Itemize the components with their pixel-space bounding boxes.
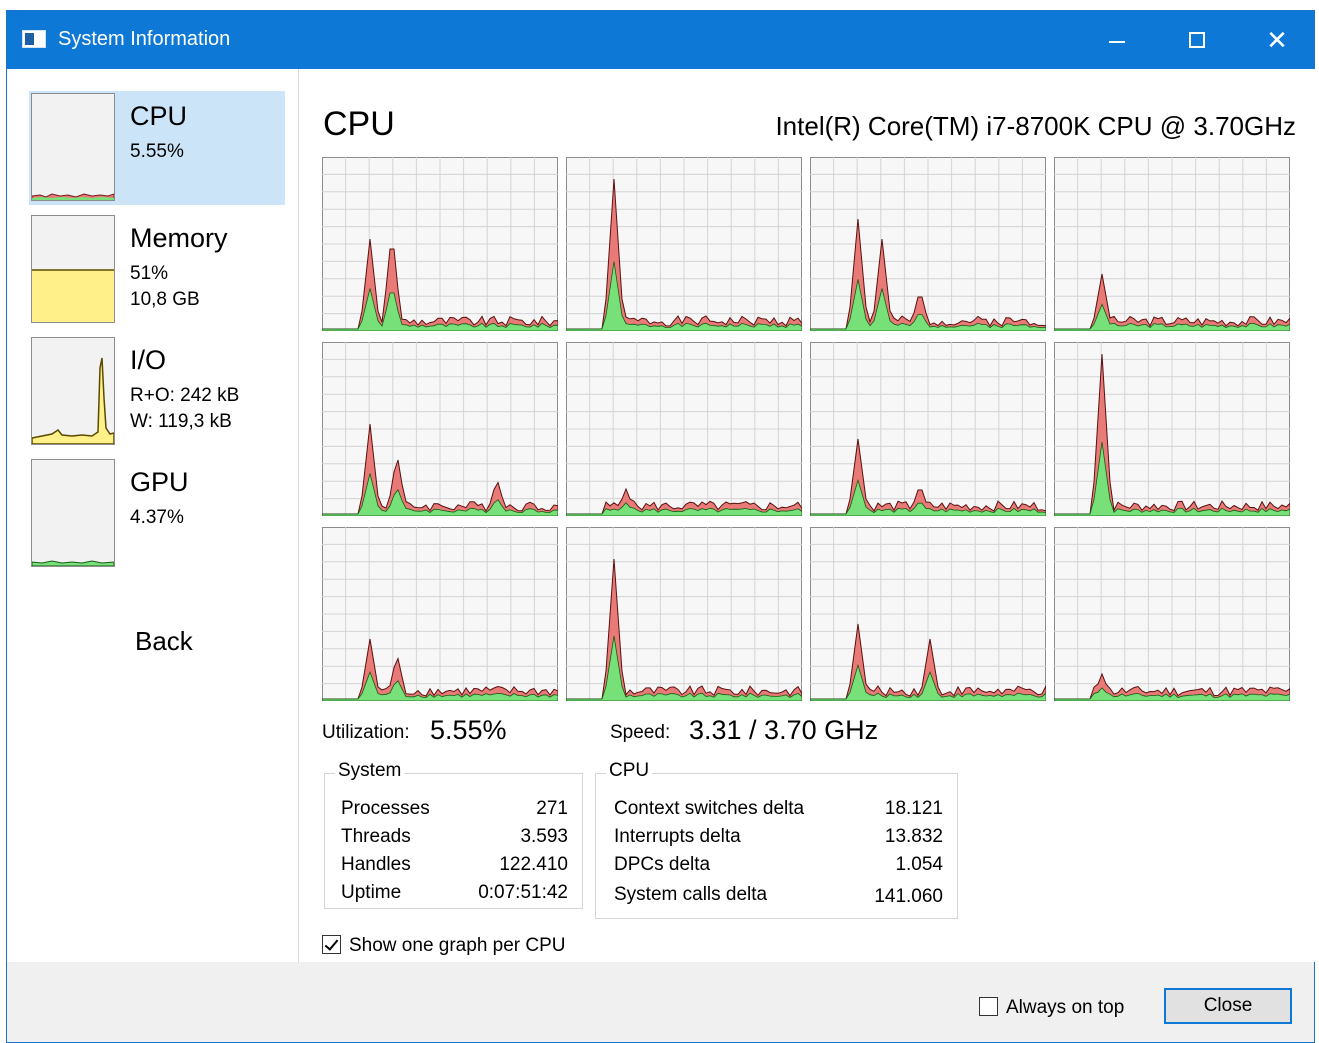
cpu-row-label: System calls delta — [614, 884, 768, 905]
system-row-value: 122.410 — [499, 854, 568, 875]
always-on-top-label[interactable]: Always on top — [1006, 997, 1124, 1019]
sidebar-item-title: CPU — [130, 101, 188, 131]
io-mini-graph — [31, 337, 115, 445]
gpu-mini-graph — [31, 459, 115, 567]
sidebar-item-memory[interactable]: Memory 51% 10,8 GB — [29, 213, 285, 327]
system-row-label: Processes — [341, 798, 430, 819]
title-bar[interactable]: System Information ✕ — [7, 11, 1314, 69]
memory-mini-graph — [31, 215, 115, 323]
system-row-value: 3.593 — [520, 826, 568, 847]
back-button[interactable]: Back — [135, 626, 193, 657]
sidebar-item-title: Memory — [130, 223, 228, 253]
utilization-label: Utilization: — [322, 722, 410, 743]
cpu-model-name: Intel(R) Core(TM) i7-8700K CPU @ 3.70GHz — [775, 111, 1296, 141]
sidebar: CPU 5.55% Memory 51% 10,8 GB I/O R+O: 24… — [7, 69, 299, 962]
cpu-row-label: Context switches delta — [614, 798, 805, 819]
sidebar-item-gpu[interactable]: GPU 4.37% — [29, 457, 285, 571]
cpu-group: CPU Context switches delta 18.121 Interr… — [595, 760, 958, 919]
cpu-core-graph — [566, 342, 802, 516]
speed-label: Speed: — [610, 722, 671, 743]
system-row-label: Threads — [341, 826, 411, 847]
minimize-icon — [1109, 41, 1125, 43]
cpu-mini-graph — [31, 93, 115, 201]
sidebar-item-title: GPU — [130, 467, 189, 497]
sidebar-item-value: 51% — [130, 263, 169, 284]
cpu-core-graph — [810, 157, 1046, 331]
system-row-label: Handles — [341, 854, 411, 875]
cpu-row-label: Interrupts delta — [614, 826, 741, 847]
cpu-core-graph — [810, 342, 1046, 516]
cpu-core-graph — [1054, 342, 1290, 516]
sidebar-item-cpu[interactable]: CPU 5.55% — [29, 91, 285, 205]
maximize-icon — [1189, 32, 1205, 48]
sidebar-item-io[interactable]: I/O R+O: 242 kB W: 119,3 kB — [29, 335, 285, 449]
utilization-value: 5.55% — [430, 715, 507, 745]
cpu-row-label: DPCs delta — [614, 854, 711, 875]
sidebar-item-value: 5.55% — [130, 141, 184, 162]
minimize-button[interactable] — [1077, 11, 1157, 69]
page-title: CPU — [323, 105, 395, 143]
cpu-row-value: 141.060 — [874, 886, 943, 907]
cpu-core-graph — [566, 527, 802, 701]
app-icon — [22, 30, 46, 48]
sidebar-item-title: I/O — [130, 345, 167, 375]
cpu-panel: CPU Intel(R) Core(TM) i7-8700K CPU @ 3.7… — [299, 69, 1316, 962]
window-title: System Information — [58, 28, 231, 50]
cpu-row-value: 13.832 — [884, 826, 943, 847]
cpu-row-value: 18.121 — [884, 798, 943, 819]
always-on-top-checkbox[interactable] — [979, 997, 998, 1016]
system-row-label: Uptime — [341, 882, 402, 903]
system-information-window: System Information ✕ CPU 5.55% Memory 51… — [6, 10, 1316, 1043]
close-icon: ✕ — [1266, 25, 1288, 55]
maximize-button[interactable] — [1157, 11, 1237, 69]
cpu-row-value: 1.054 — [895, 854, 943, 875]
cpu-core-graph — [1054, 527, 1290, 701]
sidebar-item-value: 4.37% — [130, 507, 184, 528]
system-row-value: 271 — [536, 798, 568, 819]
cpu-core-graph — [322, 527, 558, 701]
cpu-core-graph — [810, 527, 1046, 701]
system-group: System Processes 271 Threads 3.593 Handl… — [324, 760, 583, 909]
sidebar-item-value-2: 10,8 GB — [130, 289, 200, 310]
close-window-button[interactable]: ✕ — [1237, 11, 1317, 69]
sidebar-item-value-2: W: 119,3 kB — [130, 411, 232, 432]
cpu-core-graph — [1054, 157, 1290, 331]
system-group-title: System — [335, 760, 405, 782]
cpu-group-title: CPU — [606, 760, 653, 782]
sidebar-item-value: R+O: 242 kB — [130, 385, 240, 406]
cpu-core-graph — [322, 342, 558, 516]
system-row-value: 0:07:51:42 — [478, 882, 568, 903]
cpu-core-graph — [566, 157, 802, 331]
show-per-cpu-label[interactable]: Show one graph per CPU — [349, 935, 566, 957]
show-per-cpu-checkbox[interactable] — [322, 935, 341, 954]
close-button[interactable]: Close — [1164, 988, 1292, 1024]
cpu-core-graph — [322, 157, 558, 331]
speed-value: 3.31 / 3.70 GHz — [689, 715, 879, 745]
